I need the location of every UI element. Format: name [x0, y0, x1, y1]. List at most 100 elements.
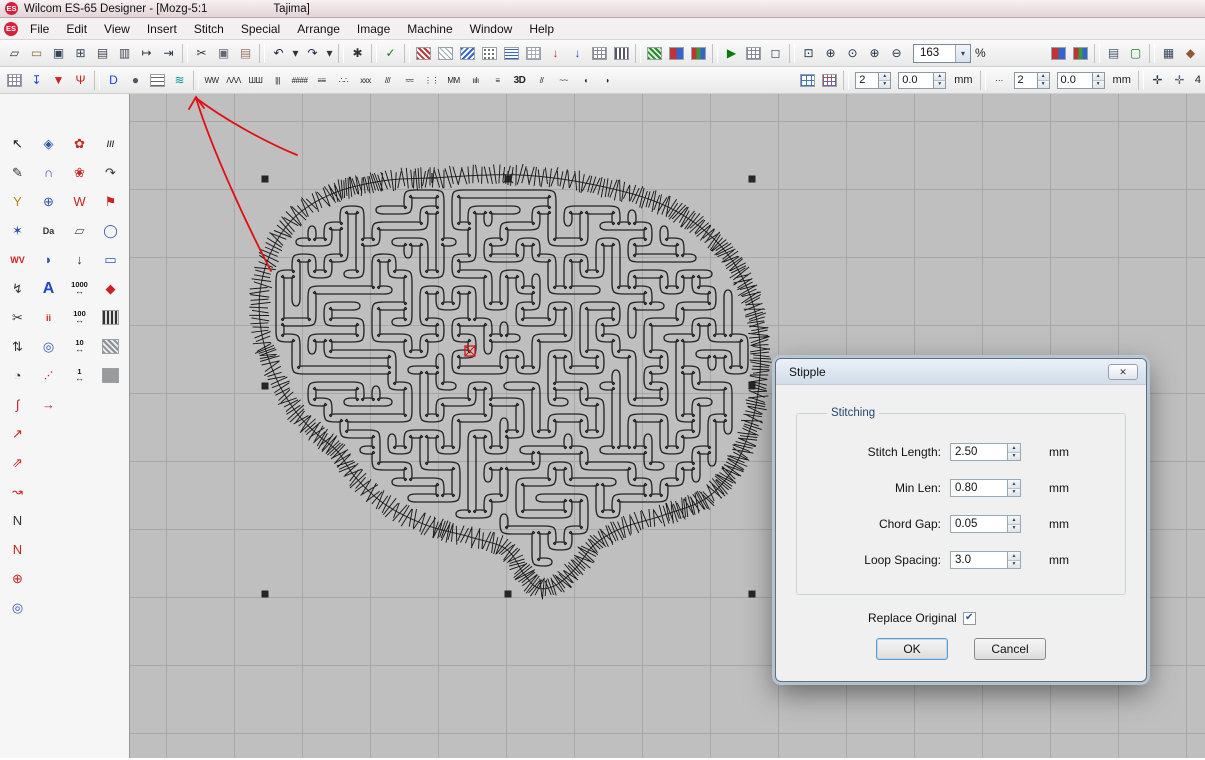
print-icon[interactable]: ▤	[92, 43, 113, 63]
export-machine-file-icon[interactable]: ↦	[136, 43, 157, 63]
insert-symbol-icon[interactable]: ✱	[347, 43, 368, 63]
travel-100-tool[interactable]: 100↔	[65, 304, 94, 331]
spacing-a-input[interactable]: 0.0 ▲▼	[898, 72, 946, 89]
stipple-outline-icon[interactable]: ≋	[169, 70, 190, 90]
show-hoop-icon[interactable]: ◻	[765, 43, 786, 63]
entry-point-tool[interactable]: ⊕	[3, 565, 32, 592]
star-tool[interactable]: ✶	[3, 217, 32, 244]
send-to-machine-icon[interactable]: ⇥	[158, 43, 179, 63]
pull-compensation-input[interactable]: 2 ▲▼	[855, 72, 891, 89]
zoom-out-icon[interactable]: ⊖	[886, 43, 907, 63]
dotted-red-tool[interactable]: ⋰	[34, 362, 63, 389]
menu-window[interactable]: Window	[462, 20, 521, 38]
scissors-tool[interactable]: ✂	[3, 304, 32, 331]
title-bar[interactable]: ES Wilcom ES-65 Designer - [Mozg-5:1 Taj…	[0, 0, 1205, 18]
zoom-combo[interactable]: 163 ▾	[913, 44, 971, 63]
3d-warp-icon[interactable]: 3D	[509, 70, 530, 90]
object-properties-icon[interactable]: ▦	[1158, 43, 1179, 63]
monogram-tool[interactable]: Da	[34, 217, 63, 244]
loop-spacing-input[interactable]: 3.0	[950, 551, 1008, 569]
stitch-length-spinner[interactable]: ▲▼	[1008, 443, 1021, 461]
bars-tool[interactable]	[96, 304, 125, 331]
stitch-angle-tool-1[interactable]: ↗	[3, 420, 32, 447]
tatami-fill-icon[interactable]	[457, 43, 478, 63]
show-boundary-icon[interactable]: ▢	[1125, 43, 1146, 63]
travel-10-tool[interactable]: 10↔	[65, 333, 94, 360]
overview-window-icon[interactable]	[644, 43, 665, 63]
arc-tool[interactable]: ↷	[96, 159, 125, 186]
motif-fill-icon[interactable]	[479, 43, 500, 63]
zigzag-tool[interactable]: W	[65, 188, 94, 215]
run-lines-icon[interactable]: |||	[267, 70, 288, 90]
zigzag-icon[interactable]: ΛΛΛ	[223, 70, 244, 90]
color-film-icon[interactable]	[666, 43, 687, 63]
stem-stitch-icon[interactable]: ıılı	[465, 70, 486, 90]
chord-gap-input[interactable]: 0.05	[950, 515, 1008, 533]
undo-dropdown-icon[interactable]: ▾	[290, 43, 301, 63]
effects-icon[interactable]: ◆	[1180, 43, 1201, 63]
dome-solid-tool[interactable]: ◗	[34, 246, 63, 273]
stitch-table-icon[interactable]	[589, 43, 610, 63]
flower-large-tool[interactable]: ❀	[65, 159, 94, 186]
offset-count-spinner[interactable]: ▲▼	[1038, 72, 1050, 89]
ellipse-tool[interactable]: ◯	[96, 217, 125, 244]
fan-tool[interactable]: ◔	[3, 362, 32, 389]
stitch-angle-tool-3[interactable]: ↝	[3, 478, 32, 505]
e-stitch-icon[interactable]: ШШ	[245, 70, 266, 90]
ripple-icon[interactable]: ≈≈	[399, 70, 420, 90]
updown-tool[interactable]: ⇅	[3, 333, 32, 360]
print-preview-icon[interactable]: ▥	[114, 43, 135, 63]
spacing-a-spinner[interactable]: ▲▼	[934, 72, 946, 89]
branch-tool[interactable]: Y	[3, 188, 32, 215]
reshape-tool[interactable]: ◈	[34, 130, 63, 157]
min-len-spinner[interactable]: ▲▼	[1008, 479, 1021, 497]
satin-stitch-icon[interactable]	[435, 43, 456, 63]
move-design-icon[interactable]: ✛	[1147, 70, 1168, 90]
slant-swatch-tool[interactable]	[96, 333, 125, 360]
outline-small-tool[interactable]: ▱	[65, 217, 94, 244]
center-design-icon[interactable]: ✛	[1169, 70, 1190, 90]
zoom-in-icon[interactable]: ⊕	[864, 43, 885, 63]
cross-stitch-icon[interactable]: xxx	[355, 70, 376, 90]
stitch-edit-tool[interactable]: ↯	[3, 275, 32, 302]
branching-icon[interactable]: Ψ	[70, 70, 91, 90]
globe-tool[interactable]: ⊕	[34, 188, 63, 215]
show-grid-icon[interactable]	[743, 43, 764, 63]
zoom-box-icon[interactable]: ⊡	[798, 43, 819, 63]
zoom-dropdown-icon[interactable]: ▾	[955, 45, 970, 62]
flower-small-tool[interactable]: ✿	[65, 130, 94, 157]
ladder-icon[interactable]: ≡	[487, 70, 508, 90]
paste-icon[interactable]: ▤	[235, 43, 256, 63]
design-library-icon[interactable]: ▤	[1103, 43, 1124, 63]
rectangle-tool[interactable]: ▭	[96, 246, 125, 273]
dialog-close-button[interactable]: ✕	[1108, 364, 1138, 380]
zoom-tool-icon[interactable]: ⊕	[820, 43, 841, 63]
motif-dots-icon[interactable]: ∴∴	[333, 70, 354, 90]
menu-insert[interactable]: Insert	[139, 20, 185, 38]
ok-button[interactable]: OK	[876, 638, 948, 660]
applique-shoe-tool[interactable]: ◆	[96, 275, 125, 302]
stipple-run-icon[interactable]	[147, 70, 168, 90]
travel-1-tool[interactable]: 1↔	[65, 362, 94, 389]
manual-spacing-icon[interactable]	[819, 70, 840, 90]
disc-right-icon[interactable]: ◗	[597, 70, 618, 90]
block-swatch-tool[interactable]	[96, 362, 125, 389]
travel-1000-tool[interactable]: 1000↔	[65, 275, 94, 302]
ribbon-tool[interactable]: ∫	[3, 391, 32, 418]
menu-image[interactable]: Image	[349, 20, 398, 38]
spacing-b-spinner[interactable]: ▲▼	[1093, 72, 1105, 89]
document-icon[interactable]: ES	[4, 22, 18, 36]
freehand-tool[interactable]: ✎	[3, 159, 32, 186]
copy-icon[interactable]: ▣	[213, 43, 234, 63]
redo-dropdown-icon[interactable]: ▾	[324, 43, 335, 63]
contour-lines-icon[interactable]: ⋮⋮	[421, 70, 442, 90]
run-stitch-icon[interactable]	[413, 43, 434, 63]
menu-special[interactable]: Special	[233, 20, 288, 38]
needle-tool[interactable]: ↓	[65, 246, 94, 273]
redo-icon[interactable]: ↷	[302, 43, 323, 63]
lettering-tool[interactable]: A	[34, 275, 63, 302]
menu-view[interactable]: View	[96, 20, 138, 38]
pair-figures-tool[interactable]: ii	[34, 304, 63, 331]
penetrations-blue-icon[interactable]: ↓	[567, 43, 588, 63]
open-design-icon[interactable]: ▭	[26, 43, 47, 63]
